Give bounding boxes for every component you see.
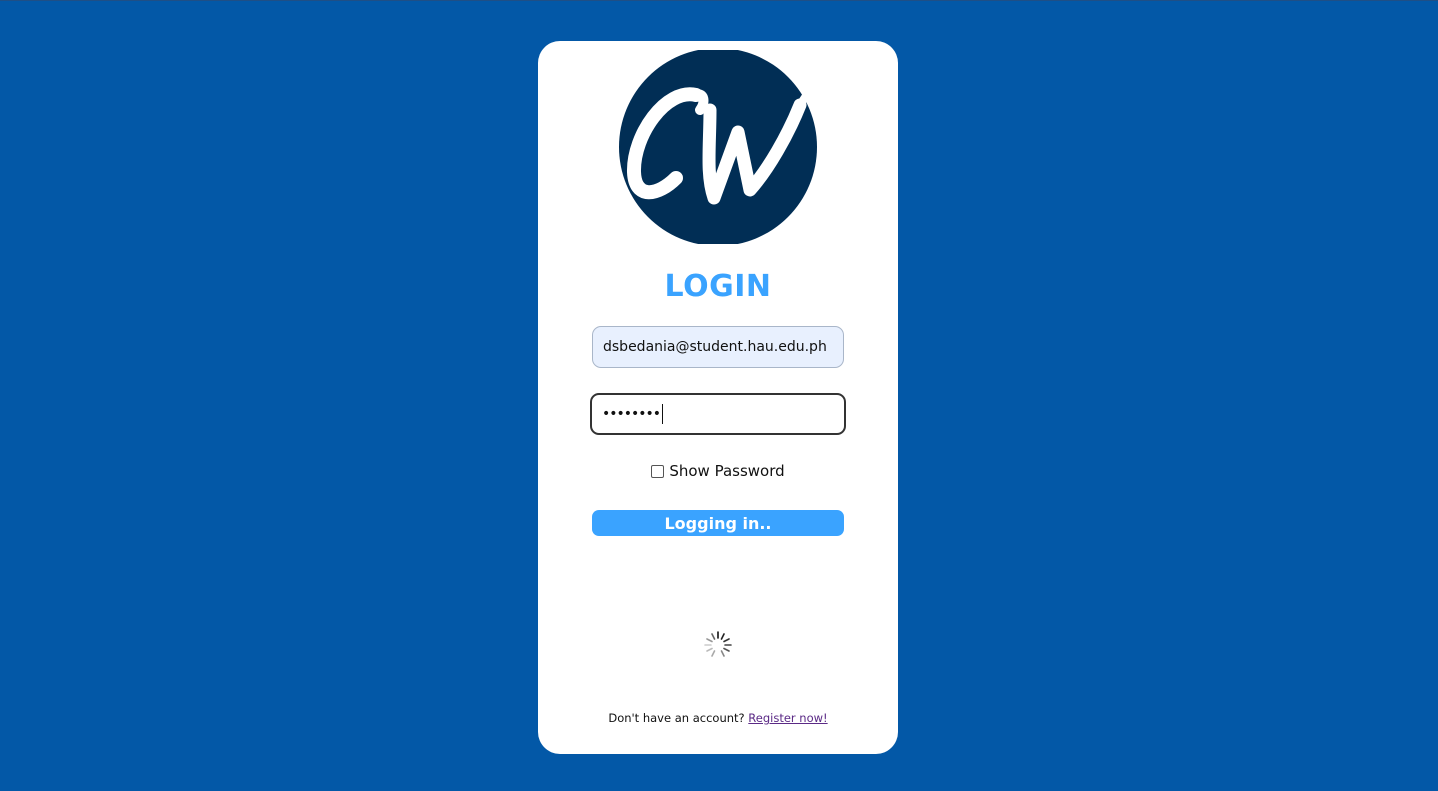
register-link[interactable]: Register now!	[748, 711, 827, 725]
register-prompt-text: Don't have an account?	[608, 711, 745, 725]
login-title: LOGIN	[664, 269, 772, 304]
show-password-label[interactable]: Show Password	[669, 462, 784, 480]
register-prompt: Don't have an account? Register now!	[538, 711, 898, 725]
password-input[interactable]: ••••••••	[590, 393, 846, 435]
window-top-border	[0, 0, 1438, 1]
logo-circle	[619, 50, 817, 244]
password-input-value: ••••••••	[602, 406, 661, 422]
login-button[interactable]: Logging in..	[592, 510, 844, 536]
login-card: LOGIN dsbedania@student.hau.edu.ph •••••…	[538, 41, 898, 754]
show-password-checkbox[interactable]	[651, 464, 665, 478]
email-input[interactable]: dsbedania@student.hau.edu.ph	[592, 326, 844, 368]
text-caret	[662, 404, 664, 424]
show-password-row: Show Password	[538, 462, 898, 480]
loading-spinner-icon	[704, 631, 732, 657]
email-input-value: dsbedania@student.hau.edu.ph	[603, 339, 827, 355]
cw-logo	[619, 50, 817, 244]
